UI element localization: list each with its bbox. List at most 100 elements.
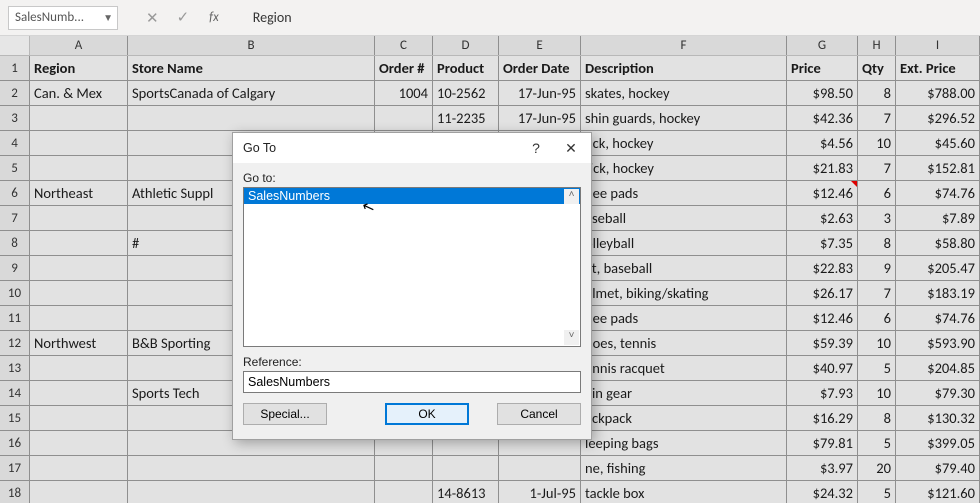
cell[interactable]: elmet, biking/skating	[581, 281, 787, 306]
col-header-G[interactable]: G	[787, 36, 858, 55]
cell[interactable]: 11-2235	[433, 106, 499, 131]
cell[interactable]	[30, 381, 128, 406]
cell[interactable]: nee pads	[581, 306, 787, 331]
cell[interactable]	[375, 481, 433, 503]
cancel-x-icon[interactable]: ✕	[146, 9, 159, 27]
row-header[interactable]: 12	[0, 331, 30, 356]
cell[interactable]: $26.17	[787, 281, 858, 306]
cell[interactable]: Northeast	[30, 181, 128, 206]
goto-list-item-selected[interactable]: SalesNumbers	[244, 188, 580, 204]
cell[interactable]	[30, 406, 128, 431]
row-header[interactable]: 16	[0, 431, 30, 456]
cell[interactable]	[128, 456, 375, 481]
cell[interactable]: nee pads	[581, 181, 787, 206]
row-header[interactable]: 14	[0, 381, 30, 406]
cell[interactable]: 10-2562	[433, 81, 499, 106]
cell[interactable]	[30, 456, 128, 481]
cell[interactable]	[30, 306, 128, 331]
cell[interactable]: 5	[858, 356, 896, 381]
col-header-E[interactable]: E	[499, 36, 581, 55]
name-box[interactable]: SalesNumb... ▼	[8, 6, 118, 30]
enter-check-icon[interactable]: ✓	[177, 8, 190, 27]
cell[interactable]	[375, 456, 433, 481]
col-header-B[interactable]: B	[128, 36, 375, 55]
cell[interactable]: 10	[858, 381, 896, 406]
row-header[interactable]: 18	[0, 481, 30, 503]
cell[interactable]: $152.81	[896, 156, 980, 181]
row-header[interactable]: 2	[0, 81, 30, 106]
row-header[interactable]: 17	[0, 456, 30, 481]
cell[interactable]: $58.80	[896, 231, 980, 256]
cell[interactable]: Can. & Mex	[30, 81, 128, 106]
cell[interactable]: uck, hockey	[581, 131, 787, 156]
cancel-button[interactable]: Cancel	[497, 403, 581, 425]
cell[interactable]: 7	[858, 281, 896, 306]
cell[interactable]: $79.81	[787, 431, 858, 456]
row-header[interactable]: 5	[0, 156, 30, 181]
cell[interactable]: 5	[858, 431, 896, 456]
cell[interactable]: hoes, tennis	[581, 331, 787, 356]
cell[interactable]: $79.40	[896, 456, 980, 481]
cell[interactable]: Store Name	[128, 56, 375, 81]
cell[interactable]: 14-8613	[433, 481, 499, 503]
cell[interactable]: 17-Jun-95	[499, 106, 581, 131]
cell[interactable]: aseball	[581, 206, 787, 231]
cell[interactable]: Price	[787, 56, 858, 81]
col-header-D[interactable]: D	[433, 36, 499, 55]
row-header[interactable]: 6	[0, 181, 30, 206]
cell[interactable]	[433, 456, 499, 481]
cell[interactable]: $16.29	[787, 406, 858, 431]
cell[interactable]	[30, 431, 128, 456]
cell[interactable]: $7.93	[787, 381, 858, 406]
cell[interactable]: 7	[858, 156, 896, 181]
cell[interactable]: SportsCanada of Calgary	[128, 81, 375, 106]
chevron-down-icon[interactable]: ▼	[103, 11, 113, 24]
cell[interactable]: shin guards, hockey	[581, 106, 787, 131]
cell[interactable]: 8	[858, 81, 896, 106]
cell[interactable]: ennis racquet	[581, 356, 787, 381]
cell[interactable]: leeping bags	[581, 431, 787, 456]
cell[interactable]	[30, 131, 128, 156]
cell[interactable]: $40.97	[787, 356, 858, 381]
cell[interactable]: Order Date	[499, 56, 581, 81]
cell[interactable]: 3	[858, 206, 896, 231]
cell[interactable]: $22.83	[787, 256, 858, 281]
cell[interactable]: $593.90	[896, 331, 980, 356]
cell[interactable]: 6	[858, 181, 896, 206]
cell[interactable]: $24.32	[787, 481, 858, 503]
formula-bar-input[interactable]: Region	[253, 9, 292, 26]
scroll-down-icon[interactable]: ˅	[564, 330, 579, 345]
cell[interactable]	[128, 481, 375, 503]
row-header[interactable]: 9	[0, 256, 30, 281]
cell[interactable]: $74.76	[896, 306, 980, 331]
row-header[interactable]: 1	[0, 56, 30, 81]
cell[interactable]: Northwest	[30, 331, 128, 356]
scroll-up-icon[interactable]: ˄	[564, 189, 579, 204]
cell[interactable]: 1-Jul-95	[499, 481, 581, 503]
col-header-A[interactable]: A	[30, 36, 128, 55]
ok-button[interactable]: OK	[385, 403, 469, 425]
cell[interactable]: tackle box	[581, 481, 787, 503]
cell[interactable]: $3.97	[787, 456, 858, 481]
row-header[interactable]: 7	[0, 206, 30, 231]
row-header[interactable]: 3	[0, 106, 30, 131]
cell[interactable]: $399.05	[896, 431, 980, 456]
cell[interactable]	[30, 106, 128, 131]
cell[interactable]: Order #	[375, 56, 433, 81]
help-icon[interactable]: ?	[521, 140, 551, 156]
cell[interactable]: 8	[858, 231, 896, 256]
cell[interactable]: $79.30	[896, 381, 980, 406]
cell[interactable]: $74.76	[896, 181, 980, 206]
cell[interactable]: $204.85	[896, 356, 980, 381]
reference-input[interactable]: SalesNumbers	[243, 371, 581, 393]
cell[interactable]: $12.46	[787, 181, 858, 206]
cell[interactable]	[128, 106, 375, 131]
cell[interactable]: $788.00	[896, 81, 980, 106]
cell[interactable]: 1004	[375, 81, 433, 106]
cell[interactable]: 20	[858, 456, 896, 481]
cell[interactable]: $12.46	[787, 306, 858, 331]
cell[interactable]	[30, 356, 128, 381]
cell[interactable]: $7.35	[787, 231, 858, 256]
cell[interactable]	[30, 206, 128, 231]
cell[interactable]: $98.50	[787, 81, 858, 106]
